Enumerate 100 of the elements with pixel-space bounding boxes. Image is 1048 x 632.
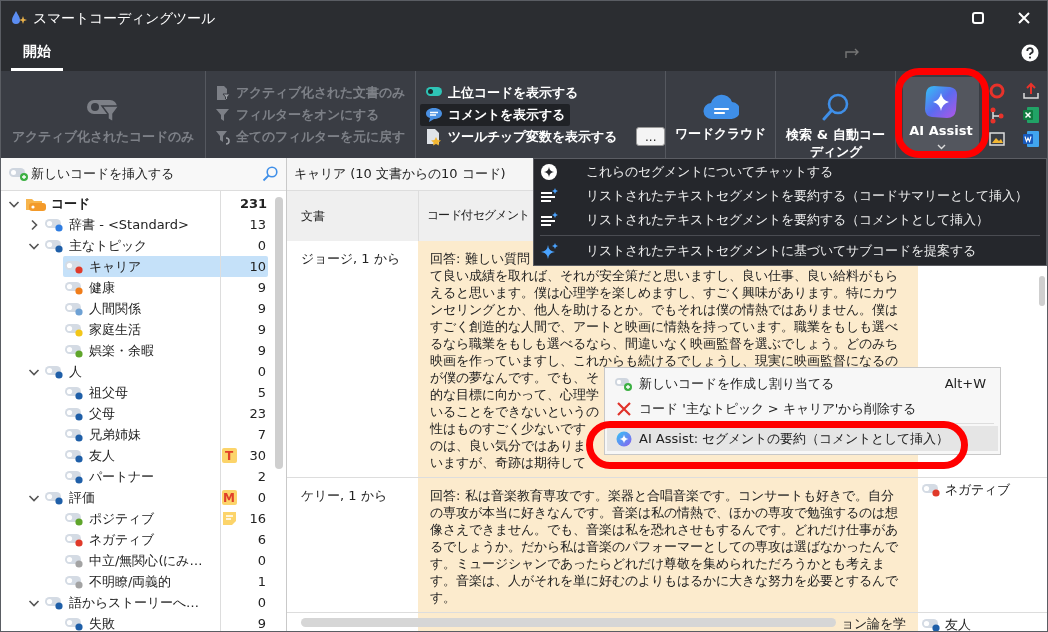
tree-item[interactable]: 兄弟姉妹 7 xyxy=(63,424,268,445)
tree-item[interactable]: 評価 M 0 xyxy=(43,487,268,508)
new-code-icon xyxy=(615,375,633,392)
chat-sparkle-icon xyxy=(540,163,560,181)
tree-item[interactable]: 家庭生活 9 xyxy=(63,319,268,340)
code-count: 2 xyxy=(256,467,266,486)
code-count: 9 xyxy=(256,299,266,318)
spreadsheet-icon[interactable] xyxy=(1022,105,1040,124)
menu-item[interactable]: 新しいコードを作成し割り当てる Alt+W xyxy=(607,371,998,396)
segment-view-title: キャリア (10 文書からの10 コード) xyxy=(294,165,506,184)
close-icon xyxy=(1018,12,1030,24)
caret-icon xyxy=(936,143,946,150)
menu-item[interactable]: AI Assist: セグメントの要約（コメントとして挿入） xyxy=(607,426,998,451)
help-icon[interactable] xyxy=(1021,44,1039,62)
tree-item[interactable]: パートナー 2 xyxy=(63,466,268,487)
tree-item[interactable]: 中立/無関心(にみ… 0 xyxy=(63,550,268,571)
new-code-field[interactable]: 新しいコードを挿入する xyxy=(29,164,262,184)
more-button[interactable]: ... xyxy=(636,127,666,146)
code-label: ネガティブ xyxy=(89,530,155,549)
segment-text: のは、良い気分ではありま xyxy=(430,437,586,454)
display-toggle[interactable]: ツールチップ変数を表示する xyxy=(420,125,622,148)
tree-item[interactable]: 主なトピック 0 xyxy=(43,235,268,256)
code-count: 23 xyxy=(248,404,266,423)
search-icon[interactable] xyxy=(262,166,278,182)
menu-item[interactable]: リストされたテキストセグメントを要約する（コメントとして挿入） xyxy=(534,208,1046,232)
segment-text: るなら職業をもしも選べるなら、間違いなく映画監督を選ぶでしょう。どのみち xyxy=(430,335,898,352)
code-label: 家庭生活 xyxy=(89,320,142,339)
tree-item[interactable]: 不明瞭/両義的 1 xyxy=(63,571,268,592)
sparkle-icon xyxy=(540,242,560,260)
display-toggle[interactable]: コメントを表示する xyxy=(420,103,570,126)
tree-item[interactable]: 健康 9 xyxy=(63,277,268,298)
code-label: 人間関係 xyxy=(89,299,142,318)
redo-icon xyxy=(845,47,861,59)
tree-item[interactable]: 友人 T 30 xyxy=(63,445,268,466)
funnel-icon xyxy=(86,97,120,124)
segment-text: いますが、奇跡は期待して xyxy=(430,454,586,471)
text-document-icon[interactable] xyxy=(1022,129,1040,148)
code-label: 失敗 xyxy=(89,614,116,631)
new-code-bar[interactable]: 新しいコードを挿入する xyxy=(1,158,286,191)
column-header[interactable]: コード付セグメント xyxy=(427,207,530,225)
code-label: 娯楽・余暇 xyxy=(89,341,155,360)
code-count: 0 xyxy=(256,551,266,570)
code-label: 人 xyxy=(69,362,83,381)
speech-bubble-icon xyxy=(425,105,443,124)
code-count: 16 xyxy=(248,509,266,528)
code-label: 父母 xyxy=(89,404,116,423)
code-count: 7 xyxy=(256,425,266,444)
tree-item[interactable]: ネガティブ 6 xyxy=(63,529,268,550)
tree-item[interactable]: 娯楽・余暇 9 xyxy=(63,340,268,361)
ai-assist-button[interactable]: AI Assist xyxy=(903,77,979,152)
code-label: キャリア xyxy=(89,257,142,276)
branch-icon[interactable] xyxy=(988,105,1006,124)
code-count: 5 xyxy=(256,383,266,402)
code-count: 9 xyxy=(256,320,266,339)
cloud-icon xyxy=(702,94,739,121)
ai-sparkle-icon xyxy=(924,85,958,120)
tree-item[interactable]: 失敗 9 xyxy=(63,613,268,631)
code-count: 231 xyxy=(240,194,266,213)
segment-text: す。 xyxy=(430,589,456,606)
document-filter-icon xyxy=(215,84,231,101)
window-title: スマートコーディングツール xyxy=(33,8,215,28)
menu-item[interactable]: コード '主なトピック > キャリア'から削除する xyxy=(607,396,998,421)
tree-item[interactable]: コード 231 xyxy=(23,193,268,214)
segment-text: えると思います。僕は心理学を楽しめますし、すごく興味があります。特にカウ xyxy=(430,284,898,301)
segment-text: す。音楽は、人がそれを単に好むのよりもはるかに大きな努力を必要とするんで xyxy=(430,572,898,589)
code-label: パートナー xyxy=(89,467,155,486)
record-icon[interactable] xyxy=(988,81,1006,100)
tree-item[interactable]: 祖父母 5 xyxy=(63,382,268,403)
maximize-icon xyxy=(972,12,984,24)
funnel-icon xyxy=(215,106,231,123)
code-count: 9 xyxy=(256,278,266,297)
segment-text: て良い成績を取れば、それが安全策だと思いますし、良い仕事、良い給料がもら xyxy=(430,267,898,284)
tree-item[interactable]: 辞書 - <Standard> 13 xyxy=(43,214,268,235)
tree-item[interactable]: キャリア 10 xyxy=(63,256,268,277)
shortcut-label: Alt+W xyxy=(944,374,986,393)
tree-item[interactable]: 語からストーリーへ… 0 xyxy=(43,592,268,613)
segment-text: の専攻が本当に好きなんです。音楽は私の情熱で、ほかの専攻で勉強するのは想 xyxy=(430,504,898,521)
tree-item[interactable]: 人間関係 9 xyxy=(63,298,268,319)
tree-item[interactable]: ポジティブ 16 xyxy=(63,508,268,529)
ai-sparkle-icon xyxy=(615,430,633,447)
tree-item[interactable]: 人 0 xyxy=(43,361,268,382)
menu-item[interactable]: リストされたテキストセグメントに基づいてサブコードを提案する xyxy=(534,239,1046,263)
document-name: ジョージ, 1 から xyxy=(301,251,400,266)
tree-item[interactable]: 父母 23 xyxy=(63,403,268,424)
column-header[interactable]: 文書 xyxy=(301,207,325,225)
document-name: ケリー, 1 から xyxy=(301,488,387,503)
menu-item[interactable]: これらのセグメントについてチャットする xyxy=(534,160,1046,184)
code-count: 0 xyxy=(256,488,266,507)
menu-item[interactable]: リストされたテキストセグメントを要約する（コードサマリーとして挿入） xyxy=(534,184,1046,208)
code-count: 0 xyxy=(256,593,266,612)
code-count: 0 xyxy=(256,362,266,381)
code-label: 辞書 - <Standard> xyxy=(69,215,190,234)
word-cloud-button[interactable]: ワードクラウド xyxy=(671,90,770,147)
segment-text: 性はものすごく少ないです xyxy=(430,420,586,437)
code-count: 13 xyxy=(248,215,266,234)
display-toggle[interactable]: 上位コードを表示する xyxy=(420,81,583,104)
segment-text: ンセリングとか、他人を助けるとか。でもそれは僕の情熱ではありません。僕は xyxy=(430,301,898,318)
upload-icon[interactable] xyxy=(1022,81,1040,100)
code-label: 不明瞭/両義的 xyxy=(89,572,173,591)
image-icon[interactable] xyxy=(988,129,1006,148)
